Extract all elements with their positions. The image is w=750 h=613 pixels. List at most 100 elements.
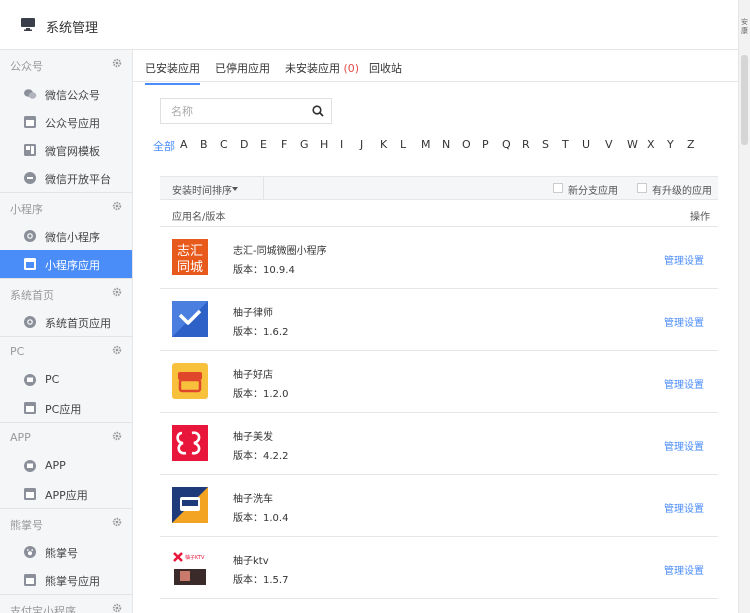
letter-filter-item[interactable]: X [647,138,655,151]
app-box-icon [24,574,36,586]
letter-filter-item[interactable]: Y [667,138,674,151]
letter-filter-item[interactable]: G [300,138,309,151]
sidebar-item-wechat-official-account[interactable]: 微信公众号 [0,80,132,108]
app-box-icon [24,258,36,270]
app-logo: 柚子KTV [172,549,208,585]
manage-settings-link[interactable]: 管理设置 [664,562,704,577]
sidebar: 公众号 微信公众号 公众号应用 微官网模板 微信开放平台 小程序 微信小程序 小… [0,50,133,613]
chevron-down-icon [232,187,238,191]
letter-filter-all[interactable]: 全部 [153,138,175,154]
gear-icon[interactable] [112,201,122,211]
sidebar-item-wechat-open-platform[interactable]: 微信开放平台 [0,164,132,192]
letter-filter-item[interactable]: D [240,138,248,151]
sidebar-item-label: PC应用 [45,403,82,416]
app-name: 志汇-同城微圈小程序 [233,246,327,257]
sidebar-item-label: 熊掌号应用 [45,575,100,588]
sidebar-section-label: 小程序 [10,203,43,216]
app-name: 柚子ktv [233,556,269,567]
letter-filter-item[interactable]: I [340,138,343,151]
sidebar-section-official-account[interactable]: 公众号 [0,50,132,80]
scrollbar[interactable] [738,0,750,613]
letter-filter-item[interactable]: M [421,138,431,151]
letter-filter-item[interactable]: O [462,138,471,151]
app-name: 柚子律师 [233,308,273,319]
monitor-icon [21,18,35,31]
sidebar-item-official-account-apps[interactable]: 公众号应用 [0,108,132,136]
letter-filter: 全部 A B C D E F G H I J K L M N O P Q R S T U V W X Y Z [153,138,723,154]
gear-icon[interactable] [112,345,122,355]
letter-filter-item[interactable]: N [442,138,450,151]
app-name: 柚子好店 [233,370,273,381]
letter-filter-item[interactable]: F [281,138,287,151]
app-icon [24,460,36,472]
search-input[interactable] [161,99,301,123]
tab-recycle-bin[interactable]: 回收站 [369,60,402,76]
gear-icon[interactable] [112,517,122,527]
sidebar-item-label: 公众号应用 [45,117,100,130]
search-icon[interactable] [311,104,325,118]
letter-filter-item[interactable]: E [260,138,267,151]
letter-filter-item[interactable]: C [220,138,228,151]
letter-filter-item[interactable]: V [605,138,613,151]
sidebar-item-label: 系统首页应用 [45,317,111,330]
sidebar-item-system-home-apps[interactable]: 系统首页应用 [0,308,132,336]
app-box-icon [24,402,36,414]
letter-filter-item[interactable]: J [360,138,363,151]
sidebar-item-label: 微官网模板 [45,145,100,158]
sidebar-item-micro-site-templates[interactable]: 微官网模板 [0,136,132,164]
tab-disabled[interactable]: 已停用应用 [215,60,270,76]
letter-filter-item[interactable]: U [582,138,590,151]
gear-icon[interactable] [112,287,122,297]
sidebar-section-system-home[interactable]: 系统首页 [0,278,132,308]
sidebar-item-pc-apps[interactable]: PC应用 [0,394,132,422]
letter-filter-item[interactable]: R [522,138,530,151]
manage-settings-link[interactable]: 管理设置 [664,500,704,515]
sidebar-item-xiongzhang[interactable]: 熊掌号 [0,538,132,566]
letter-filter-item[interactable]: B [200,138,208,151]
sidebar-section-label: 熊掌号 [10,519,43,532]
sidebar-item-label: APP [45,459,66,472]
app-version: 版本：1.2.0 [233,389,289,400]
sidebar-item-xiongzhang-apps[interactable]: 熊掌号应用 [0,566,132,594]
manage-settings-link[interactable]: 管理设置 [664,376,704,391]
letter-filter-item[interactable]: A [180,138,188,151]
sidebar-section-pc[interactable]: PC [0,336,132,366]
sidebar-item-pc[interactable]: PC [0,366,132,394]
gear-icon[interactable] [112,58,122,68]
gear-icon[interactable] [112,603,122,613]
letter-filter-item[interactable]: P [482,138,489,151]
upgradable-apps-checkbox[interactable] [637,183,647,193]
table-row: 柚子好店 版本：1.2.0 管理设置 [160,351,718,413]
gear-icon[interactable] [112,431,122,441]
sidebar-section-xiongzhang[interactable]: 熊掌号 [0,508,132,538]
pc-icon [24,374,36,386]
manage-settings-link[interactable]: 管理设置 [664,314,704,329]
page-title: 系统管理 [46,21,99,36]
letter-filter-item[interactable]: S [542,138,549,151]
letter-filter-item[interactable]: L [400,138,406,151]
table-row: 志汇 同城 志汇-同城微圈小程序 版本：10.9.4 管理设置 [160,227,718,289]
tab-not-installed[interactable]: 未安装应用 (0) [285,60,359,76]
sidebar-item-app[interactable]: APP [0,452,132,480]
manage-settings-link[interactable]: 管理设置 [664,438,704,453]
scrollbar-thumb[interactable] [741,55,748,145]
tab-installed[interactable]: 已安装应用 [145,60,200,85]
letter-filter-item[interactable]: T [562,138,569,151]
branch-apps-checkbox[interactable] [553,183,563,193]
sidebar-section-mini-program[interactable]: 小程序 [0,192,132,222]
letter-filter-item[interactable]: K [380,138,387,151]
letter-filter-item[interactable]: Z [687,138,695,151]
sidebar-item-wechat-mini-program[interactable]: 微信小程序 [0,222,132,250]
letter-filter-item[interactable]: W [627,138,638,151]
sidebar-item-label: 小程序应用 [45,259,100,272]
letter-filter-item[interactable]: H [320,138,328,151]
home-app-icon [24,316,36,328]
branch-apps-label: 新分支应用 [568,186,618,197]
letter-filter-item[interactable]: Q [502,138,511,151]
manage-settings-link[interactable]: 管理设置 [664,252,704,267]
sidebar-section-alipay-mini-program[interactable]: 支付宝小程序 [0,594,132,613]
sidebar-item-mini-program-apps[interactable]: 小程序应用 [0,250,132,278]
sidebar-section-app[interactable]: APP [0,422,132,452]
sidebar-item-app-apps[interactable]: APP应用 [0,480,132,508]
sort-dropdown[interactable]: 安装时间排序 [160,177,264,199]
